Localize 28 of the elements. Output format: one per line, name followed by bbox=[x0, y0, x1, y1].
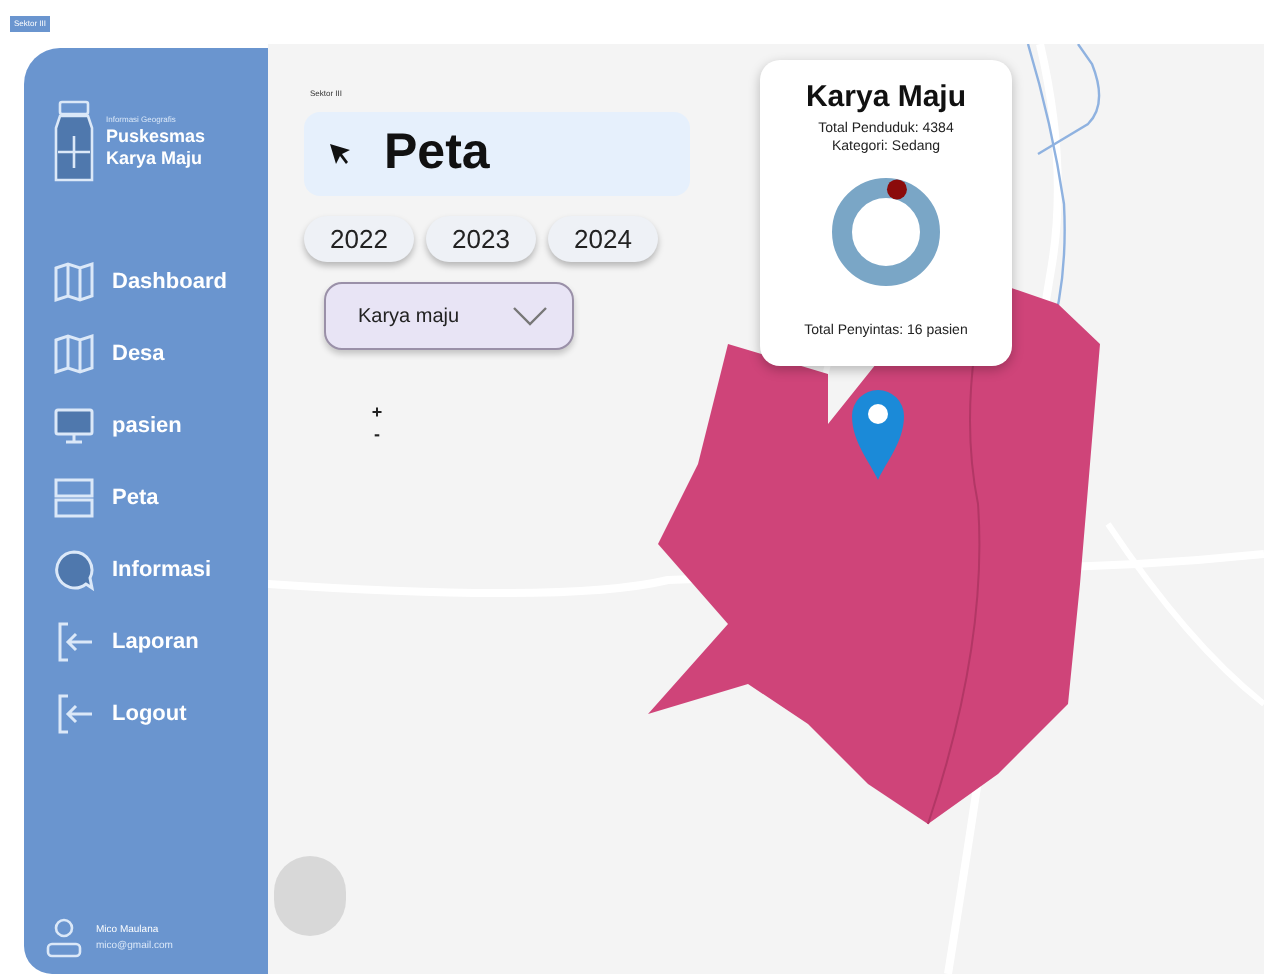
nav-item[interactable]: Desa bbox=[52, 332, 264, 376]
zoom-button[interactable]: - bbox=[370, 426, 384, 444]
map-icon bbox=[52, 332, 96, 376]
nav-item[interactable]: Dashboard bbox=[52, 260, 264, 304]
cursor-icon bbox=[328, 142, 352, 166]
map-icon bbox=[52, 260, 96, 304]
app-title-line: Puskesmas bbox=[106, 126, 206, 148]
user-icon bbox=[44, 918, 84, 958]
year-button[interactable]: 2023 bbox=[426, 216, 536, 262]
app-title-line: Karya Maju bbox=[106, 148, 205, 170]
nav-item[interactable]: Laporan bbox=[52, 620, 264, 664]
nav-item[interactable]: pasien bbox=[52, 404, 264, 448]
chevron-down-icon bbox=[512, 306, 548, 326]
year-button[interactable]: 2022 bbox=[304, 216, 414, 262]
donut-gauge bbox=[830, 176, 942, 288]
chat-icon bbox=[52, 548, 96, 592]
medicine-bottle-icon bbox=[54, 100, 94, 184]
monitor-icon bbox=[52, 404, 96, 448]
nav-item[interactable]: Peta bbox=[52, 476, 264, 520]
location-pin-icon bbox=[850, 386, 906, 482]
year-button[interactable]: 2024 bbox=[548, 216, 658, 262]
nav-item[interactable]: Informasi bbox=[52, 548, 264, 592]
nav-item[interactable]: Logout bbox=[52, 692, 264, 736]
page-title: Peta bbox=[384, 122, 490, 185]
village-dropdown[interactable]: Karya maju bbox=[324, 282, 574, 350]
zoom-button[interactable]: + bbox=[370, 404, 384, 422]
layers-icon bbox=[52, 476, 96, 520]
card-title: Karya Maju bbox=[805, 80, 967, 116]
